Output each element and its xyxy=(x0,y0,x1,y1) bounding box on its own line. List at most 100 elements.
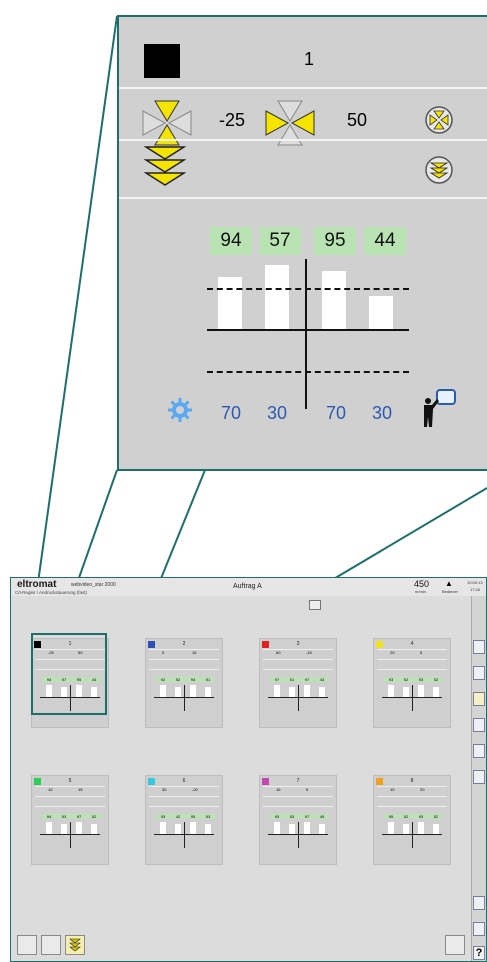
unit-reading: 52 xyxy=(429,677,443,682)
unit-bar xyxy=(160,685,166,697)
tool-button-5[interactable] xyxy=(473,744,485,758)
breadcrumb[interactable]: C/I-Regler / Andruckstauerung (fast) xyxy=(15,590,87,595)
unit-number: 2 xyxy=(182,641,186,647)
row-separator xyxy=(149,659,219,660)
clock: 10:09:13 xyxy=(467,580,483,585)
unit-reading: 94 xyxy=(42,814,56,819)
unit-bar xyxy=(304,685,310,697)
row-separator xyxy=(263,806,333,807)
row-separator xyxy=(35,806,105,807)
application-screen: eltromat webvideo_star 2000 C/I-Regler /… xyxy=(10,577,487,962)
app-logo-sub: webvideo_star 2000 xyxy=(71,582,116,588)
unit-reading: 94 xyxy=(186,677,200,682)
unit-thumbnail[interactable]: 5 10 15 94 53 97 52 xyxy=(31,775,109,865)
refresh-button[interactable] xyxy=(445,935,465,955)
help-button[interactable]: ? xyxy=(473,946,485,960)
unit-axis-v xyxy=(184,685,185,711)
clock-2: 17:26 xyxy=(470,587,481,592)
unit-value-a: 30 xyxy=(162,787,167,792)
tool-button-7[interactable] xyxy=(473,896,485,910)
unit-bar xyxy=(91,824,97,834)
user-icon[interactable]: ▲ xyxy=(445,579,453,588)
unit-bar xyxy=(76,822,82,834)
unit-reading: 97 xyxy=(300,677,314,682)
row-separator xyxy=(35,796,105,797)
unit-number: 8 xyxy=(410,778,414,784)
unit-bar xyxy=(319,687,325,697)
row-separator xyxy=(263,659,333,660)
row-separator xyxy=(377,669,447,670)
unit-reading: 53 xyxy=(201,814,215,819)
unit-reading: 49 xyxy=(315,814,329,819)
row-separator xyxy=(377,796,447,797)
unit-bar xyxy=(289,824,295,834)
speed-unit: m/min xyxy=(415,589,426,594)
unit-value-a: 15 xyxy=(276,787,281,792)
unit-bar xyxy=(46,822,52,834)
unit-thumbnail[interactable]: 7 15 5 93 53 97 49 xyxy=(259,775,337,865)
unit-axis-v xyxy=(298,685,299,711)
unit-bar xyxy=(304,822,310,834)
unit-reading: 93 xyxy=(270,814,284,819)
unit-reading: 43 xyxy=(315,677,329,682)
unit-bar xyxy=(205,824,211,834)
unit-thumbnail[interactable]: 6 30 -20 93 42 95 53 xyxy=(145,775,223,865)
unit-reading: 52 xyxy=(87,814,101,819)
unit-reading: 93 xyxy=(384,677,398,682)
unit-bar xyxy=(289,687,295,697)
unit-number: 3 xyxy=(296,641,300,647)
tools-button[interactable] xyxy=(17,935,37,955)
unit-bar xyxy=(403,687,409,697)
unit-value-b: 5 xyxy=(420,650,423,655)
unit-bar xyxy=(319,824,325,834)
zoom-highlight-frame xyxy=(31,633,107,715)
chevrons-button[interactable] xyxy=(65,935,85,955)
row-separator xyxy=(149,796,219,797)
unit-reading: 42 xyxy=(171,814,185,819)
unit-reading: 92 xyxy=(156,677,170,682)
unit-bar xyxy=(175,687,181,697)
unit-value-a: 0 xyxy=(162,650,165,655)
timer-button[interactable] xyxy=(41,935,61,955)
unit-value-b: 5 xyxy=(306,787,309,792)
unit-thumbnail[interactable]: 8 10 20 95 52 93 52 xyxy=(373,775,451,865)
row-separator xyxy=(149,669,219,670)
unit-axis-v xyxy=(298,822,299,848)
unit-reading: 52 xyxy=(399,814,413,819)
tool-button-3[interactable] xyxy=(473,692,485,706)
unit-reading: 53 xyxy=(285,814,299,819)
row-separator xyxy=(263,786,333,787)
tool-button-1[interactable] xyxy=(473,640,485,654)
unit-bar xyxy=(190,822,196,834)
unit-bar xyxy=(175,824,181,834)
unit-axis-v xyxy=(412,822,413,848)
app-logo: eltromat xyxy=(17,579,57,590)
unit-value-a: 20 xyxy=(390,650,395,655)
unit-reading: 95 xyxy=(384,814,398,819)
tool-button-2[interactable] xyxy=(473,666,485,680)
unit-reading: 93 xyxy=(156,814,170,819)
unit-thumbnail[interactable]: 3 60 -15 97 51 97 43 xyxy=(259,638,337,728)
unit-reading: 93 xyxy=(414,677,428,682)
right-toolbar: ? xyxy=(471,596,486,961)
row-separator xyxy=(149,786,219,787)
unit-value-b: -15 xyxy=(306,650,312,655)
unit-thumbnail[interactable]: 2 0 15 92 52 94 51 xyxy=(145,638,223,728)
unit-reading: 93 xyxy=(414,814,428,819)
row-separator xyxy=(377,806,447,807)
tool-button-6[interactable] xyxy=(473,770,485,784)
unit-bar xyxy=(388,685,394,697)
unit-value-b: 20 xyxy=(420,787,425,792)
print-button[interactable] xyxy=(309,600,321,610)
unit-reading: 97 xyxy=(270,677,284,682)
unit-reading: 51 xyxy=(285,677,299,682)
tool-button-4[interactable] xyxy=(473,718,485,732)
tool-button-8[interactable] xyxy=(473,922,485,936)
unit-bar xyxy=(190,685,196,697)
unit-thumbnail[interactable]: 4 20 5 93 52 93 52 xyxy=(373,638,451,728)
unit-reading: 52 xyxy=(429,814,443,819)
unit-bar xyxy=(274,822,280,834)
row-separator xyxy=(377,659,447,660)
row-separator xyxy=(377,786,447,787)
unit-reading: 95 xyxy=(186,814,200,819)
